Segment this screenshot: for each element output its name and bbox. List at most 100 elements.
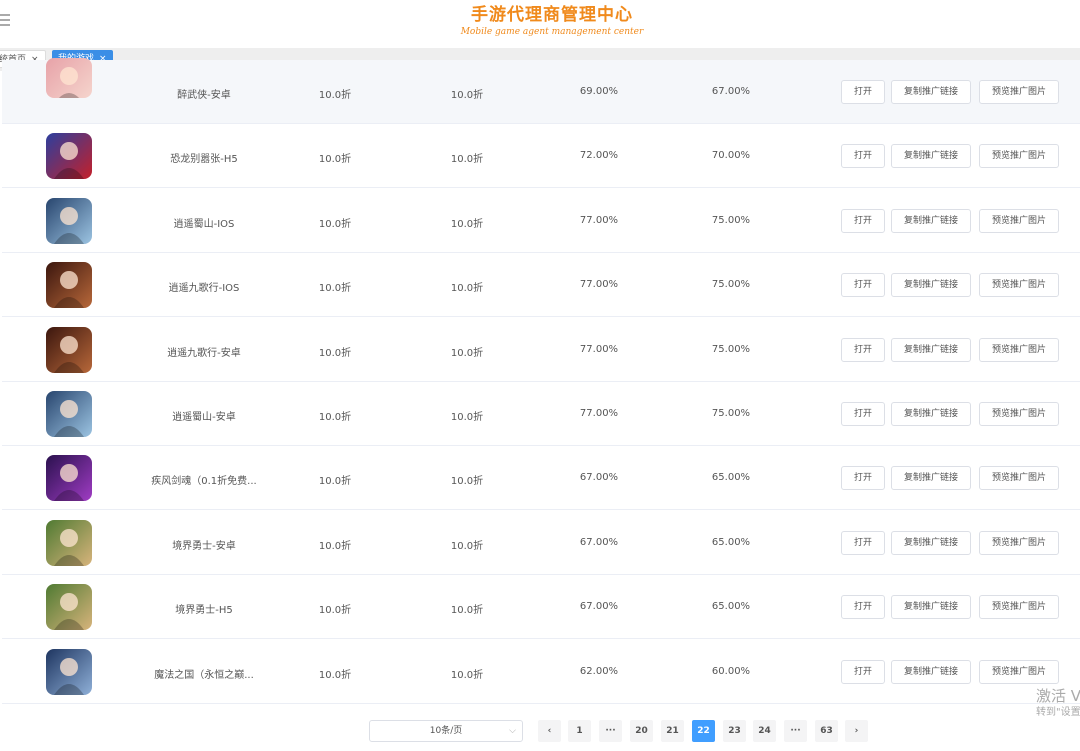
open-button[interactable]: 打开 bbox=[841, 402, 885, 426]
brand-subtitle: Mobile game agent management center bbox=[460, 27, 644, 37]
open-button[interactable]: 打开 bbox=[841, 273, 885, 297]
page-button[interactable]: 20 bbox=[630, 720, 653, 742]
game-name: 魔法之国（永恒之巅... bbox=[154, 670, 254, 681]
page-button[interactable]: 23 bbox=[723, 720, 746, 742]
discount-renewal: 10.0折 bbox=[450, 219, 484, 230]
game-name: 醉武侠-安卓 bbox=[177, 90, 231, 101]
discount-first: 10.0折 bbox=[318, 670, 352, 681]
chevron-right-icon[interactable]: › bbox=[845, 720, 868, 742]
table-row: 醉武侠-安卓 10.0折 10.0折 69.00% 67.00% 打开 复制推广链接 预览推广… bbox=[2, 58, 1080, 124]
table-row: 逍遥蜀山-IOS 10.0折 10.0折 77.00% 75.00% 打开 复制推广链接 预览… bbox=[2, 189, 1080, 253]
hero-portrait-icon bbox=[46, 584, 92, 630]
game-name: 逍遥九歌行-IOS bbox=[168, 283, 240, 294]
discount-first: 10.0折 bbox=[318, 412, 352, 423]
table-row: 逍遥蜀山-安卓 10.0折 10.0折 77.00% 75.00% 打开 复制推广链接 预览推… bbox=[2, 382, 1080, 446]
preview-promo-image-button[interactable]: 预览推广图片 bbox=[979, 80, 1059, 104]
preview-promo-image-button[interactable]: 预览推广图片 bbox=[979, 144, 1059, 168]
percent-first: 77.00% bbox=[579, 408, 619, 419]
discount-first: 10.0折 bbox=[318, 90, 352, 101]
copy-promo-link-button[interactable]: 复制推广链接 bbox=[891, 660, 971, 684]
demon-portrait-icon bbox=[46, 455, 92, 501]
discount-first: 10.0折 bbox=[318, 283, 352, 294]
preview-promo-image-button[interactable]: 预览推广图片 bbox=[979, 466, 1059, 490]
copy-promo-link-button[interactable]: 复制推广链接 bbox=[891, 144, 971, 168]
page-button[interactable]: 1 bbox=[568, 720, 591, 742]
copy-promo-link-button[interactable]: 复制推广链接 bbox=[891, 402, 971, 426]
copy-promo-link-button[interactable]: 复制推广链接 bbox=[891, 466, 971, 490]
game-name: 恐龙别嚣张-H5 bbox=[170, 154, 238, 165]
percent-renewal: 75.00% bbox=[711, 215, 751, 226]
page-button[interactable]: 24 bbox=[753, 720, 776, 742]
discount-renewal: 10.0折 bbox=[450, 670, 484, 681]
game-name: 逍遥蜀山-安卓 bbox=[172, 412, 236, 423]
copy-promo-link-button[interactable]: 复制推广链接 bbox=[891, 595, 971, 619]
preview-promo-image-button[interactable]: 预览推广图片 bbox=[979, 209, 1059, 233]
copy-promo-link-button[interactable]: 复制推广链接 bbox=[891, 338, 971, 362]
discount-renewal: 10.0折 bbox=[450, 541, 484, 552]
percent-renewal: 65.00% bbox=[711, 472, 751, 483]
swordswoman-portrait-icon bbox=[46, 58, 92, 98]
game-name: 逍遥九歌行-安卓 bbox=[167, 348, 241, 359]
warrior-portrait-icon bbox=[46, 262, 92, 308]
percent-first: 69.00% bbox=[579, 86, 619, 97]
copy-promo-link-button[interactable]: 复制推广链接 bbox=[891, 531, 971, 555]
fairy-portrait-icon bbox=[46, 198, 92, 244]
copy-promo-link-button[interactable]: 复制推广链接 bbox=[891, 209, 971, 233]
percent-first: 77.00% bbox=[579, 215, 619, 226]
more-pages-icon[interactable]: ··· bbox=[784, 720, 807, 742]
percent-renewal: 75.00% bbox=[711, 408, 751, 419]
preview-promo-image-button[interactable]: 预览推广图片 bbox=[979, 402, 1059, 426]
percent-first: 77.00% bbox=[579, 279, 619, 290]
page-size-select[interactable]: 10条/页 ⌵ bbox=[369, 720, 523, 742]
dinosaur-shield-icon bbox=[46, 133, 92, 179]
more-pages-icon[interactable]: ··· bbox=[599, 720, 622, 742]
discount-renewal: 10.0折 bbox=[450, 90, 484, 101]
discount-first: 10.0折 bbox=[318, 541, 352, 552]
chevron-down-icon: ⌵ bbox=[509, 726, 516, 736]
menu-toggle-icon[interactable] bbox=[0, 14, 10, 26]
percent-renewal: 67.00% bbox=[711, 86, 751, 97]
brand-logo: 手游代理商管理中心 Mobile game agent management c… bbox=[440, 4, 664, 38]
table-row: 魔法之国（永恒之巅... 10.0折 10.0折 62.00% 60.00% 打开 复制推广… bbox=[2, 640, 1080, 704]
hero-portrait-icon bbox=[46, 520, 92, 566]
table-row: 疾风剑魂（0.1折免费... 10.0折 10.0折 67.00% 65.00% 打开 复制… bbox=[2, 446, 1080, 510]
open-button[interactable]: 打开 bbox=[841, 595, 885, 619]
open-button[interactable]: 打开 bbox=[841, 466, 885, 490]
preview-promo-image-button[interactable]: 预览推广图片 bbox=[979, 273, 1059, 297]
open-button[interactable]: 打开 bbox=[841, 209, 885, 233]
open-button[interactable]: 打开 bbox=[841, 80, 885, 104]
open-button[interactable]: 打开 bbox=[841, 144, 885, 168]
top-header: 手游代理商管理中心 Mobile game agent management c… bbox=[0, 0, 1080, 48]
watermark-line2: 转到"设置 bbox=[1036, 707, 1080, 718]
copy-promo-link-button[interactable]: 复制推广链接 bbox=[891, 273, 971, 297]
table-row: 逍遥九歌行-安卓 10.0折 10.0折 77.00% 75.00% 打开 复制推广链接 预览… bbox=[2, 318, 1080, 382]
percent-renewal: 60.00% bbox=[711, 666, 751, 677]
discount-renewal: 10.0折 bbox=[450, 154, 484, 165]
chevron-left-icon[interactable]: ‹ bbox=[538, 720, 561, 742]
open-button[interactable]: 打开 bbox=[841, 338, 885, 362]
open-button[interactable]: 打开 bbox=[841, 531, 885, 555]
discount-first: 10.0折 bbox=[318, 605, 352, 616]
discount-first: 10.0折 bbox=[318, 476, 352, 487]
discount-first: 10.0折 bbox=[318, 219, 352, 230]
preview-promo-image-button[interactable]: 预览推广图片 bbox=[979, 531, 1059, 555]
preview-promo-image-button[interactable]: 预览推广图片 bbox=[979, 660, 1059, 684]
percent-renewal: 70.00% bbox=[711, 150, 751, 161]
game-name: 境界勇士-安卓 bbox=[172, 541, 236, 552]
page-button[interactable]: 22 bbox=[692, 720, 715, 742]
warrior-portrait-icon bbox=[46, 327, 92, 373]
discount-first: 10.0折 bbox=[318, 154, 352, 165]
page-button[interactable]: 21 bbox=[661, 720, 684, 742]
percent-first: 67.00% bbox=[579, 601, 619, 612]
discount-renewal: 10.0折 bbox=[450, 348, 484, 359]
open-button[interactable]: 打开 bbox=[841, 660, 885, 684]
copy-promo-link-button[interactable]: 复制推广链接 bbox=[891, 80, 971, 104]
page-button[interactable]: 63 bbox=[815, 720, 838, 742]
percent-first: 62.00% bbox=[579, 666, 619, 677]
preview-promo-image-button[interactable]: 预览推广图片 bbox=[979, 595, 1059, 619]
percent-first: 67.00% bbox=[579, 537, 619, 548]
pagination: 10条/页 ⌵ ‹ 1 ··· 20 21 22 23 24 ··· 63 › bbox=[0, 717, 1080, 747]
discount-renewal: 10.0折 bbox=[450, 283, 484, 294]
preview-promo-image-button[interactable]: 预览推广图片 bbox=[979, 338, 1059, 362]
table-row: 境界勇士-安卓 10.0折 10.0折 67.00% 65.00% 打开 复制推广链接 预览推… bbox=[2, 511, 1080, 575]
